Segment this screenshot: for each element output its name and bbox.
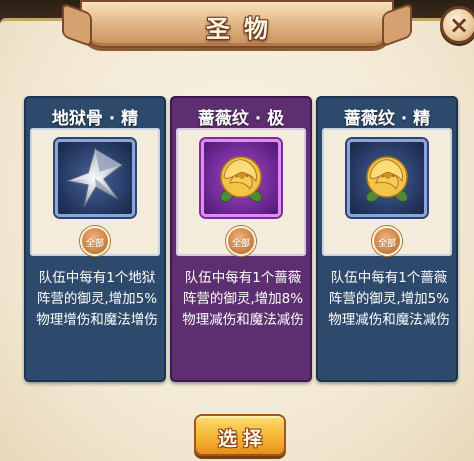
select-button[interactable]: 选择: [194, 414, 286, 456]
relic-icon-frame: [347, 139, 427, 217]
relic-name: 蔷薇纹 · 极: [197, 109, 285, 129]
relic-display: 全部: [176, 128, 306, 256]
golden-rose-icon: [366, 156, 408, 202]
relic-name: 蔷薇纹 · 精: [343, 109, 431, 129]
relic-card-1[interactable]: 地狱骨 · 精 全部 队伍中每有1个地狱阵营的御灵,增加5%物理增伤和魔法增伤: [24, 96, 166, 382]
close-button[interactable]: ×: [440, 6, 474, 44]
relic-description: 队伍中每有1个蔷薇阵营的御灵,增加5%物理减伤和魔法减伤: [328, 270, 450, 328]
relic-card-3[interactable]: 蔷薇纹 · 精 全部 队伍中每有1个蔷薇阵营的御灵,增加5%物理减伤和魔法减伤: [316, 96, 458, 382]
relic-icon-frame: [55, 139, 135, 217]
relic-display: 全部: [322, 128, 452, 256]
silver-star-icon: [65, 147, 123, 208]
golden-rose-icon: [220, 156, 262, 202]
close-icon: ×: [448, 11, 470, 39]
relic-description: 队伍中每有1个地狱阵营的御灵,增加5%物理增伤和魔法增伤: [36, 270, 158, 328]
all-badge: 全部: [80, 226, 110, 256]
all-badge: 全部: [372, 226, 402, 256]
title-plaque: 圣物: [80, 0, 394, 48]
relic-card-2[interactable]: 蔷薇纹 · 极 全部 队伍中每有1个蔷薇阵营的御灵,增加8%物理减伤和魔法减伤: [170, 96, 312, 382]
relic-icon-frame: [201, 139, 281, 217]
relic-display: 全部: [30, 128, 160, 256]
relic-description: 队伍中每有1个蔷薇阵营的御灵,增加8%物理减伤和魔法减伤: [182, 270, 304, 328]
all-badge: 全部: [226, 226, 256, 256]
page-title: 圣物: [206, 15, 282, 43]
relic-name: 地狱骨 · 精: [51, 109, 139, 129]
select-button-label: 选择: [217, 428, 268, 450]
